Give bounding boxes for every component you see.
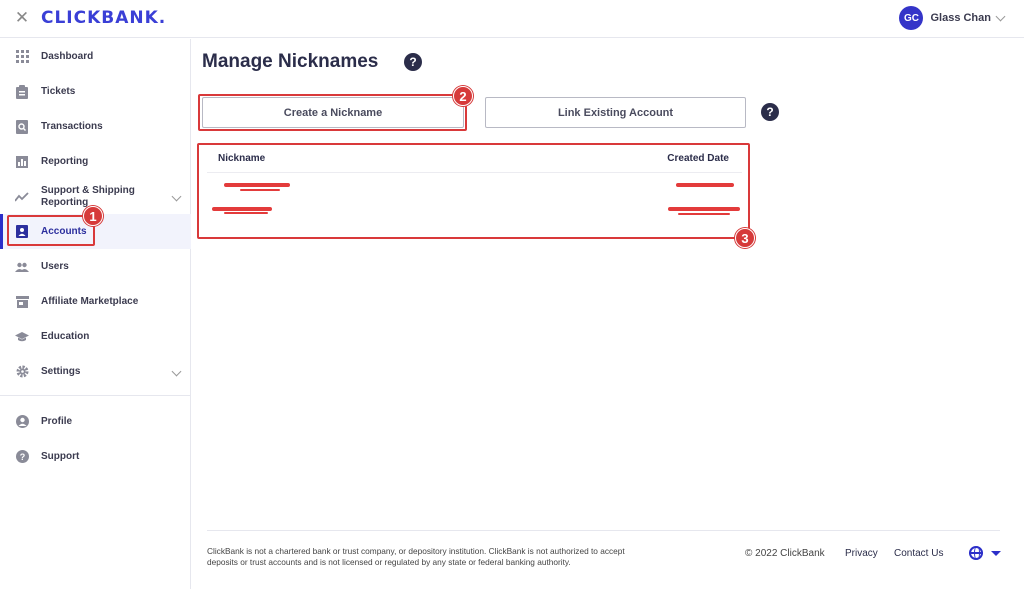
- caret-down-icon[interactable]: [991, 551, 1001, 556]
- column-header-nickname: Nickname: [218, 153, 266, 164]
- sidebar-item-label: Support: [41, 450, 80, 462]
- user-name: Glass Chan: [930, 12, 991, 24]
- sidebar-item-label: Tickets: [41, 85, 76, 97]
- clickbank-logo[interactable]: CLICKBANK.: [41, 8, 166, 28]
- sidebar-item-label: Profile: [41, 415, 73, 427]
- bar-chart-icon: [15, 155, 29, 169]
- redaction-mark: [224, 183, 290, 187]
- sidebar-item-support[interactable]: ? Support: [0, 439, 191, 474]
- graduation-cap-icon: [15, 330, 29, 344]
- redaction-mark: [678, 213, 730, 215]
- sidebar-divider: [0, 395, 191, 396]
- annotation-badge: 1: [83, 206, 103, 226]
- annotation-badge: 2: [453, 86, 473, 106]
- sidebar-item-label: Settings: [41, 365, 81, 377]
- top-bar: ✕ CLICKBANK. GC Glass Chan: [0, 0, 1024, 38]
- annotation-badge: 3: [735, 228, 755, 248]
- redaction-mark: [676, 183, 734, 187]
- gear-icon: [15, 365, 29, 379]
- sidebar-item-label: Dashboard: [41, 50, 94, 62]
- help-icon[interactable]: ?: [761, 103, 779, 121]
- help-circle-icon: ?: [15, 450, 29, 464]
- redaction-mark: [224, 212, 268, 214]
- svg-text:?: ?: [19, 452, 25, 462]
- chevron-down-icon: [995, 11, 1006, 21]
- storefront-icon: [15, 295, 29, 309]
- sidebar-item-reporting[interactable]: Reporting: [0, 144, 191, 179]
- help-icon[interactable]: ?: [404, 53, 422, 71]
- footer-privacy-link[interactable]: Privacy: [845, 548, 878, 559]
- person-icon: [15, 415, 29, 429]
- sidebar-item-transactions[interactable]: Transactions: [0, 109, 191, 144]
- receipt-search-icon: [15, 119, 29, 134]
- sidebar-item-label: Transactions: [41, 120, 103, 132]
- sidebar-item-settings[interactable]: Settings: [0, 354, 191, 389]
- sidebar-item-label: Support & Shipping Reporting: [41, 184, 135, 208]
- redaction-mark: [668, 207, 740, 211]
- user-menu[interactable]: GC Glass Chan: [899, 6, 1006, 30]
- sidebar-item-label: Reporting: [41, 155, 89, 167]
- link-existing-account-button[interactable]: Link Existing Account: [485, 97, 746, 128]
- active-indicator: [0, 214, 3, 249]
- close-icon[interactable]: ✕: [14, 9, 30, 27]
- redaction-mark: [240, 189, 280, 191]
- sidebar-item-label: Users: [41, 260, 69, 272]
- sidebar-item-profile[interactable]: Profile: [0, 404, 191, 439]
- sidebar-item-affiliate-marketplace[interactable]: Affiliate Marketplace: [0, 284, 191, 319]
- account-badge-icon: [15, 225, 29, 239]
- footer-divider: [207, 530, 1000, 531]
- globe-icon[interactable]: [969, 546, 983, 560]
- sidebar-item-label: Accounts: [41, 225, 87, 237]
- chevron-down-icon[interactable]: [171, 366, 182, 377]
- sidebar-item-users[interactable]: Users: [0, 249, 191, 284]
- sidebar-item-label: Affiliate Marketplace: [41, 295, 139, 307]
- avatar: GC: [899, 6, 924, 30]
- trend-line-icon: [15, 190, 29, 204]
- table-header-divider: [207, 172, 742, 173]
- create-nickname-button[interactable]: Create a Nickname: [202, 97, 464, 128]
- sidebar-item-education[interactable]: Education: [0, 319, 191, 354]
- clipboard-icon: [15, 84, 29, 99]
- footer-copyright: © 2022 ClickBank: [745, 548, 825, 559]
- nicknames-table: Nickname Created Date: [202, 146, 747, 236]
- users-icon: [15, 260, 29, 274]
- chevron-down-icon[interactable]: [171, 191, 182, 202]
- grid-icon: [15, 50, 29, 64]
- sidebar: Dashboard Tickets Transactions Reporting…: [0, 39, 191, 589]
- page-title: Manage Nicknames: [202, 51, 379, 72]
- sidebar-item-tickets[interactable]: Tickets: [0, 74, 191, 109]
- footer-disclaimer: ClickBank is not a chartered bank or tru…: [207, 546, 625, 567]
- sidebar-item-label: Education: [41, 330, 90, 342]
- footer-contact-link[interactable]: Contact Us: [894, 548, 943, 559]
- sidebar-item-dashboard[interactable]: Dashboard: [0, 39, 191, 74]
- redaction-mark: [212, 207, 272, 211]
- column-header-created-date: Created Date: [667, 153, 729, 164]
